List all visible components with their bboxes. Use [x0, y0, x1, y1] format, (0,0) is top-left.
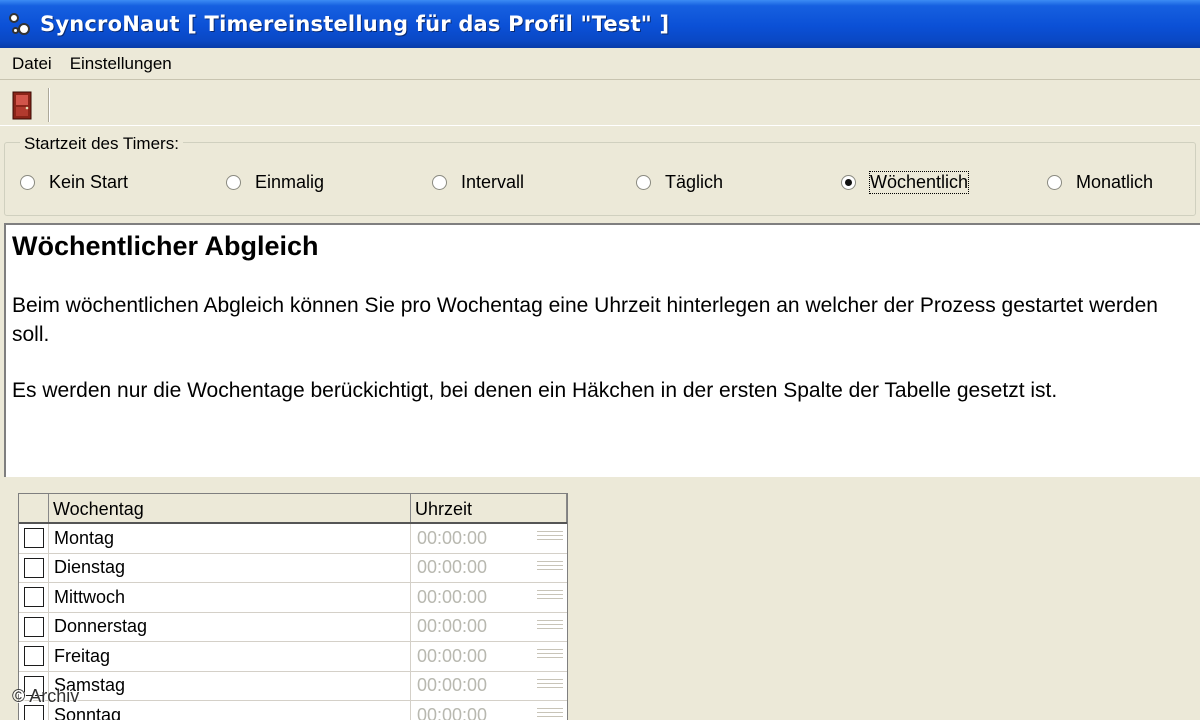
time-spinner-icon[interactable] [537, 528, 563, 548]
radio-intervall[interactable]: Intervall [432, 172, 524, 193]
row-checkbox[interactable] [23, 705, 44, 720]
row-checkbox[interactable] [23, 557, 44, 578]
radio-taeglich[interactable]: Täglich [636, 172, 723, 193]
time-cell[interactable]: 00:00:00 [411, 672, 567, 701]
app-icon [6, 9, 36, 39]
table-row[interactable]: Dienstag 00:00:00 [19, 553, 567, 583]
time-spinner-icon[interactable] [537, 558, 563, 578]
table-row[interactable]: Freitag 00:00:00 [19, 642, 567, 672]
window-title: SyncroNaut [ Timereinstellung für das Pr… [40, 12, 670, 36]
time-spinner-icon[interactable] [537, 587, 563, 607]
weekday-cell: Dienstag [49, 553, 411, 582]
radio-woechentlich[interactable]: Wöchentlich [841, 171, 970, 194]
menu-einstellungen[interactable]: Einstellungen [62, 54, 182, 74]
time-cell[interactable]: 00:00:00 [411, 613, 567, 642]
radio-monatlich[interactable]: Monatlich [1047, 172, 1153, 193]
time-value: 00:00:00 [417, 645, 488, 666]
time-spinner-icon[interactable] [537, 617, 563, 637]
table-row[interactable]: Montag 00:00:00 [19, 524, 567, 554]
weekday-cell: Sonntag [49, 701, 411, 720]
exit-door-icon[interactable] [10, 91, 36, 121]
time-value: 00:00:00 [417, 586, 488, 607]
row-checkbox[interactable] [23, 646, 44, 667]
weekday-cell: Donnerstag [49, 612, 411, 641]
radio-indicator[interactable] [226, 175, 241, 190]
info-panel: Wöchentlicher Abgleich Beim wöchentliche… [4, 223, 1200, 477]
info-paragraph-1: Beim wöchentlichen Abgleich können Sie p… [12, 294, 1158, 346]
weekday-cell: Mittwoch [49, 583, 411, 612]
radio-einmalig[interactable]: Einmalig [226, 172, 324, 193]
time-spinner-icon[interactable] [537, 705, 563, 720]
time-cell[interactable]: 00:00:00 [411, 554, 567, 583]
table-row[interactable]: Sonntag 00:00:00 [19, 701, 567, 720]
radio-label: Kein Start [49, 172, 129, 192]
time-value: 00:00:00 [417, 704, 488, 720]
time-value: 00:00:00 [417, 557, 488, 578]
row-checkbox[interactable] [23, 616, 44, 637]
radio-label: Monatlich [1076, 172, 1154, 192]
time-spinner-icon[interactable] [537, 646, 563, 666]
time-cell[interactable]: 00:00:00 [411, 701, 567, 720]
table-row[interactable]: Donnerstag 00:00:00 [19, 612, 567, 642]
column-header-wochentag[interactable]: Wochentag [49, 494, 411, 522]
radio-label: Wöchentlich [868, 171, 970, 194]
radio-indicator[interactable] [432, 175, 447, 190]
weekday-cell: Freitag [49, 642, 411, 671]
time-value: 00:00:00 [417, 675, 488, 696]
radio-indicator[interactable] [1047, 175, 1062, 190]
title-bar[interactable]: SyncroNaut [ Timereinstellung für das Pr… [0, 0, 1200, 48]
weekday-table: Wochentag Uhrzeit Montag 00:00:00 Dienst… [18, 493, 568, 720]
toolbar [0, 82, 1200, 126]
time-value: 00:00:00 [417, 527, 488, 548]
column-header-check[interactable] [19, 494, 49, 522]
radio-label: Einmalig [255, 172, 325, 192]
info-heading: Wöchentlicher Abgleich [12, 231, 319, 261]
menu-bar: Datei Einstellungen [0, 48, 1200, 80]
timer-start-group-label: Startzeit des Timers: [20, 134, 183, 154]
column-header-uhrzeit[interactable]: Uhrzeit [411, 494, 567, 522]
radio-indicator[interactable] [20, 175, 35, 190]
time-value: 00:00:00 [417, 616, 488, 637]
info-paragraph-2: Es werden nur die Wochentage berückichti… [12, 379, 1058, 402]
radio-indicator[interactable] [841, 175, 856, 190]
table-row[interactable]: Samstag 00:00:00 [19, 671, 567, 701]
toolbar-separator [48, 88, 50, 122]
time-spinner-icon[interactable] [537, 676, 563, 696]
watermark: © Archiv [12, 686, 80, 706]
table-header: Wochentag Uhrzeit [19, 494, 567, 524]
row-checkbox[interactable] [23, 587, 44, 608]
time-cell[interactable]: 00:00:00 [411, 583, 567, 612]
menu-datei[interactable]: Datei [0, 54, 62, 74]
weekday-cell: Samstag [49, 671, 411, 700]
weekday-cell: Montag [49, 524, 411, 553]
row-checkbox[interactable] [23, 528, 44, 549]
radio-indicator[interactable] [636, 175, 651, 190]
time-cell[interactable]: 00:00:00 [411, 642, 567, 671]
radio-label: Täglich [665, 172, 724, 192]
time-cell[interactable]: 00:00:00 [411, 524, 567, 553]
radio-kein-start[interactable]: Kein Start [20, 172, 128, 193]
table-row[interactable]: Mittwoch 00:00:00 [19, 583, 567, 613]
radio-label: Intervall [461, 172, 525, 192]
